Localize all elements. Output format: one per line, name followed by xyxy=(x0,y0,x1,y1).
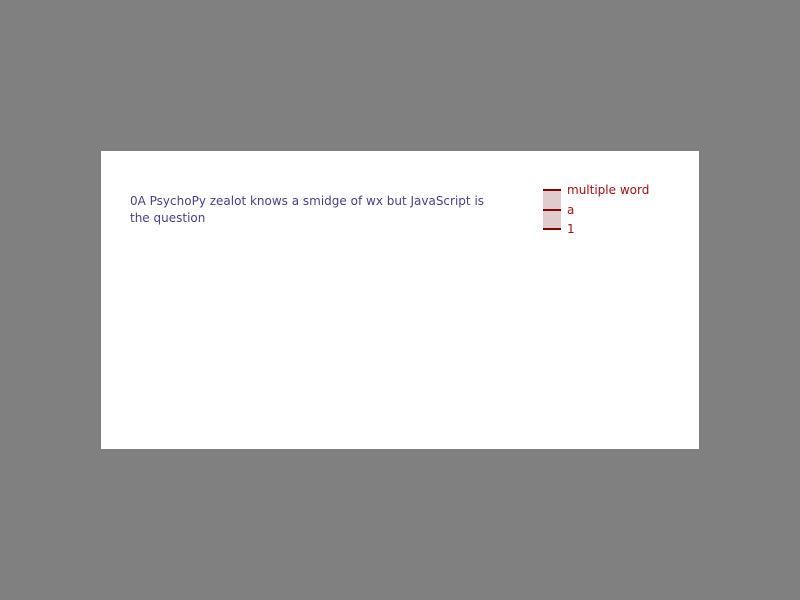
choice-label[interactable]: multiple word xyxy=(567,183,649,197)
choice-option-a[interactable]: a xyxy=(543,203,673,219)
form-panel: 0A PsychoPy zealot knows a smidge of wx … xyxy=(101,151,699,449)
experiment-window: 0A PsychoPy zealot knows a smidge of wx … xyxy=(0,0,800,600)
tick-mark[interactable] xyxy=(543,228,561,230)
choice-option-multiple-word[interactable]: multiple word xyxy=(543,183,673,199)
tick-mark[interactable] xyxy=(543,209,561,211)
choice-label[interactable]: a xyxy=(567,203,574,217)
choice-option-1[interactable]: 1 xyxy=(543,222,673,238)
tick-mark[interactable] xyxy=(543,189,561,191)
choice-label[interactable]: 1 xyxy=(567,222,575,236)
choice-slider[interactable]: multiple word a 1 xyxy=(543,183,673,243)
question-text: 0A PsychoPy zealot knows a smidge of wx … xyxy=(130,194,485,225)
